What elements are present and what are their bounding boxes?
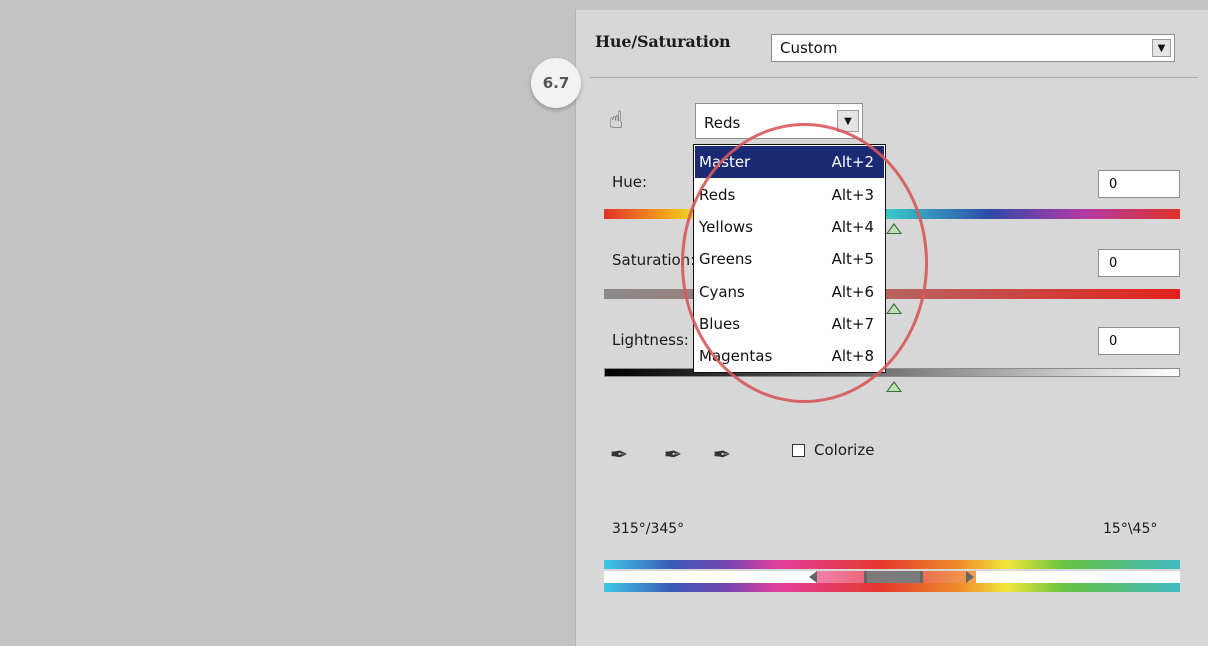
chevron-down-icon[interactable]: ▼: [837, 110, 859, 132]
hue-slider-track[interactable]: [604, 209, 1180, 219]
eyedropper-subtract-icon[interactable]: ✒: [707, 440, 737, 470]
saturation-input[interactable]: 0: [1098, 249, 1180, 277]
menu-item-shortcut: Alt+4: [831, 218, 874, 236]
preset-select[interactable]: Custom ▼: [771, 34, 1175, 62]
menu-item-label: Yellows: [699, 218, 753, 236]
menu-item-blues[interactable]: Blues Alt+7: [695, 308, 884, 340]
panel-title: Hue/Saturation: [595, 32, 731, 51]
menu-item-shortcut: Alt+2: [831, 153, 874, 171]
colorize-option[interactable]: Colorize: [792, 441, 874, 459]
menu-item-shortcut: Alt+6: [831, 283, 874, 301]
hue-slider-thumb[interactable]: [886, 223, 902, 234]
eyedropper-add-icon[interactable]: ✒: [658, 440, 688, 470]
menu-item-label: Magentas: [699, 347, 773, 365]
targeted-adjustment-hand-icon[interactable]: ☝: [599, 103, 633, 137]
menu-item-label: Master: [699, 153, 751, 171]
lightness-slider-thumb[interactable]: [886, 381, 902, 392]
chevron-down-icon[interactable]: ▼: [1152, 39, 1171, 57]
eyedropper-icon[interactable]: ✒: [604, 440, 634, 470]
saturation-slider-track[interactable]: [604, 289, 1180, 299]
menu-item-cyans[interactable]: Cyans Alt+6: [695, 276, 884, 308]
color-range-slider[interactable]: [604, 571, 1180, 583]
saturation-label: Saturation:: [612, 251, 696, 269]
range-left-readout: 315°/345°: [612, 521, 685, 537]
range-inner-handle-left[interactable]: [864, 571, 867, 583]
saturation-slider-thumb[interactable]: [886, 303, 902, 314]
range-outer-handle-right[interactable]: [966, 571, 974, 583]
menu-item-label: Reds: [699, 186, 736, 204]
hue-label: Hue:: [612, 173, 648, 191]
divider: [590, 77, 1198, 78]
range-right-readout: 15°\45°: [1103, 521, 1158, 537]
colorize-label: Colorize: [814, 441, 875, 459]
range-selection-band[interactable]: [866, 571, 922, 583]
menu-item-master[interactable]: Master Alt+2: [695, 146, 884, 178]
menu-item-label: Cyans: [699, 283, 745, 301]
menu-item-shortcut: Alt+8: [831, 347, 874, 365]
canvas-area: [0, 0, 575, 646]
range-inner-handle-right[interactable]: [920, 571, 923, 583]
lightness-input[interactable]: 0: [1098, 327, 1180, 355]
colorize-checkbox[interactable]: [792, 443, 805, 457]
lightness-label: Lightness:: [612, 331, 689, 349]
preset-value: Custom: [780, 39, 838, 57]
menu-item-label: Greens: [699, 250, 753, 268]
menu-item-greens[interactable]: Greens Alt+5: [695, 243, 884, 275]
step-badge: 6.7: [531, 58, 581, 108]
menu-item-shortcut: Alt+5: [831, 250, 874, 268]
menu-item-label: Blues: [699, 315, 741, 333]
menu-item-reds[interactable]: Reds Alt+3: [695, 179, 884, 211]
menu-item-yellows[interactable]: Yellows Alt+4: [695, 211, 884, 243]
menu-item-shortcut: Alt+7: [831, 315, 874, 333]
channel-value: Reds: [704, 114, 741, 132]
lightness-slider-track[interactable]: [604, 368, 1180, 377]
channel-dropdown-menu: Master Alt+2 Reds Alt+3 Yellows Alt+4 Gr…: [693, 144, 886, 373]
channel-select[interactable]: Reds ▼: [695, 103, 863, 139]
menu-item-magentas[interactable]: Magentas Alt+8: [695, 340, 884, 372]
hue-input[interactable]: 0: [1098, 170, 1180, 198]
range-outer-handle-left[interactable]: [809, 571, 817, 583]
spectrum-bar-top: [604, 560, 1180, 569]
menu-item-shortcut: Alt+3: [831, 186, 874, 204]
spectrum-bar-bottom: [604, 583, 1180, 592]
